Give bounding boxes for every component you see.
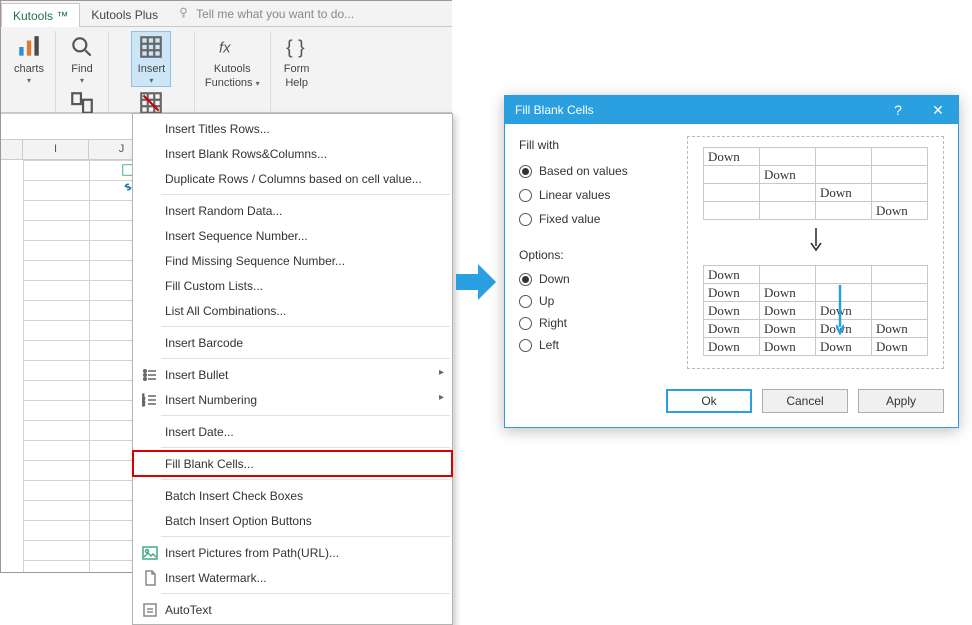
formula-helper-button[interactable]: { } Form Help xyxy=(277,31,317,91)
bullet-list-icon xyxy=(139,367,161,383)
radio-up[interactable]: Up xyxy=(519,290,669,312)
menu-insert-watermark[interactable]: Insert Watermark... xyxy=(133,565,452,590)
form-label: Form xyxy=(284,63,310,75)
chart-icon xyxy=(15,33,43,61)
radio-linear-values[interactable]: Linear values xyxy=(519,184,669,206)
number-list-icon: 123 xyxy=(139,392,161,408)
insert-label: Insert xyxy=(138,63,166,75)
radio-dot-icon xyxy=(519,339,532,352)
ribbon-tab-bar: Kutools ™ Kutools Plus Tell me what you … xyxy=(1,1,452,27)
menu-duplicate-rows-columns[interactable]: Duplicate Rows / Columns based on cell v… xyxy=(133,166,452,191)
radio-dot-icon xyxy=(519,295,532,308)
dialog-titlebar[interactable]: Fill Blank Cells ? ✕ xyxy=(505,96,958,124)
insert-grid-icon xyxy=(137,33,165,61)
close-button[interactable]: ✕ xyxy=(918,96,958,124)
options-label: Options: xyxy=(519,248,669,262)
ribbon: charts ▾ Find ▾ Select ▾ xyxy=(1,27,452,113)
charts-button[interactable]: charts ▾ xyxy=(9,31,49,87)
menu-insert-sequence-number[interactable]: Insert Sequence Number... xyxy=(133,223,452,248)
menu-autotext[interactable]: AutoText xyxy=(133,597,452,622)
lightbulb-icon xyxy=(177,6,190,22)
find-label: Find xyxy=(71,63,92,75)
column-header-i[interactable]: I xyxy=(23,140,89,159)
menu-insert-barcode[interactable]: Insert Barcode xyxy=(133,330,452,355)
tab-kutools[interactable]: Kutools ™ xyxy=(1,3,80,27)
cancel-button[interactable]: Cancel xyxy=(762,389,848,413)
select-all-corner[interactable] xyxy=(1,140,23,159)
radio-dot-icon xyxy=(519,189,532,202)
dialog-options-column: Fill with Based on values Linear values … xyxy=(519,136,669,369)
preview-after-table: Down DownDown DownDownDown DownDownDownD… xyxy=(703,265,928,356)
kfunc-label-2: Functions xyxy=(205,77,253,89)
kutools-functions-button[interactable]: fx Kutools Functions ▾ xyxy=(201,31,264,91)
autotext-icon xyxy=(139,602,161,618)
menu-insert-titles-rows[interactable]: Insert Titles Rows... xyxy=(133,116,452,141)
braces-icon: { } xyxy=(283,33,311,61)
menu-fill-custom-lists[interactable]: Fill Custom Lists... xyxy=(133,273,452,298)
magnifier-icon xyxy=(68,33,96,61)
radio-dot-icon xyxy=(519,165,532,178)
help-label: Help xyxy=(285,77,308,89)
excel-window: Kutools ™ Kutools Plus Tell me what you … xyxy=(0,0,452,573)
radio-fixed-value[interactable]: Fixed value xyxy=(519,208,669,230)
menu-fill-blank-cells[interactable]: Fill Blank Cells... xyxy=(133,451,452,476)
document-icon xyxy=(139,570,161,586)
menu-find-missing-sequence[interactable]: Find Missing Sequence Number... xyxy=(133,248,452,273)
menu-list-all-combinations[interactable]: List All Combinations... xyxy=(133,298,452,323)
menu-insert-blank-rows-columns[interactable]: Insert Blank Rows&Columns... xyxy=(133,141,452,166)
dialog-title-text: Fill Blank Cells xyxy=(515,103,594,117)
apply-button[interactable]: Apply xyxy=(858,389,944,413)
svg-text:fx: fx xyxy=(219,41,231,57)
tab-kutools-plus[interactable]: Kutools Plus xyxy=(80,3,169,26)
menu-batch-insert-option-buttons[interactable]: Batch Insert Option Buttons xyxy=(133,508,452,533)
down-arrow-icon xyxy=(808,228,824,257)
menu-insert-pictures-from-path[interactable]: Insert Pictures from Path(URL)... xyxy=(133,540,452,565)
radio-right[interactable]: Right xyxy=(519,312,669,334)
insert-dropdown-menu: Insert Titles Rows... Insert Blank Rows&… xyxy=(132,113,453,625)
radio-dot-icon xyxy=(519,213,532,226)
menu-batch-insert-checkboxes[interactable]: Batch Insert Check Boxes xyxy=(133,483,452,508)
radio-dot-icon xyxy=(519,317,532,330)
menu-insert-random-data[interactable]: Insert Random Data... xyxy=(133,198,452,223)
svg-text:3: 3 xyxy=(142,402,145,408)
preview-panel: Down Down Down Down Down DownDown DownDo… xyxy=(687,136,944,369)
radio-down[interactable]: Down xyxy=(519,268,669,290)
charts-label: charts xyxy=(14,63,44,75)
fx-icon: fx xyxy=(218,33,246,61)
dialog-button-row: Ok Cancel Apply xyxy=(505,381,958,427)
menu-insert-numbering[interactable]: 123 Insert Numbering xyxy=(133,387,452,412)
tell-me-search[interactable]: Tell me what you want to do... xyxy=(169,6,362,22)
fill-with-label: Fill with xyxy=(519,138,669,152)
kfunc-label-1: Kutools xyxy=(214,63,251,75)
ok-button[interactable]: Ok xyxy=(666,389,752,413)
menu-insert-bullet[interactable]: Insert Bullet xyxy=(133,362,452,387)
radio-based-on-values[interactable]: Based on values xyxy=(519,160,669,182)
picture-icon xyxy=(139,545,161,561)
radio-dot-icon xyxy=(519,273,532,286)
find-button[interactable]: Find ▾ xyxy=(62,31,102,87)
fill-blank-cells-dialog: Fill Blank Cells ? ✕ Fill with Based on … xyxy=(504,95,959,428)
flow-arrow-icon xyxy=(454,260,498,304)
help-button[interactable]: ? xyxy=(878,96,918,124)
insert-button[interactable]: Insert ▾ xyxy=(131,31,171,87)
svg-text:{ }: { } xyxy=(286,37,305,59)
menu-insert-date[interactable]: Insert Date... xyxy=(133,419,452,444)
tell-me-placeholder: Tell me what you want to do... xyxy=(196,7,354,21)
preview-before-table: Down Down Down Down xyxy=(703,147,928,220)
radio-left[interactable]: Left xyxy=(519,334,669,356)
